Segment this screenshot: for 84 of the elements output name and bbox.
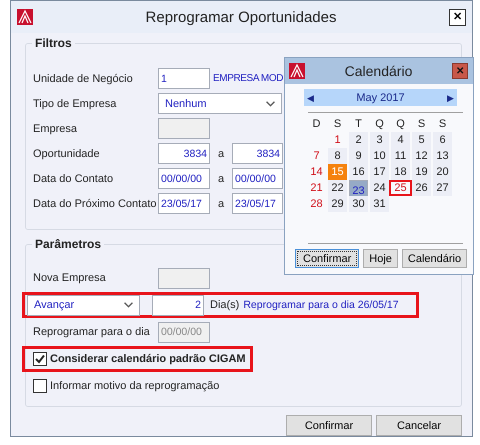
next-month-button[interactable]: ▶ bbox=[444, 92, 457, 102]
result-text: Reprogramar para o dia 26/05/17 bbox=[243, 299, 399, 311]
lookup-description: EMPRESA MOD bbox=[213, 73, 284, 84]
weekday-header: Q bbox=[395, 117, 406, 132]
close-button[interactable]: ✕ bbox=[452, 63, 468, 79]
calendar-day[interactable]: 16 bbox=[349, 164, 368, 180]
input-field[interactable]: 2 bbox=[152, 294, 204, 316]
field-label: Unidade de Negócio bbox=[33, 72, 134, 84]
calendar-day[interactable]: 7 bbox=[307, 148, 326, 164]
weekday-header: Q bbox=[374, 117, 385, 132]
calendar-day[interactable]: 4 bbox=[391, 132, 410, 148]
field-label: Empresa bbox=[33, 122, 78, 134]
calendar-button[interactable]: Calendário bbox=[402, 249, 468, 268]
calendar-day[interactable]: 5 bbox=[412, 132, 431, 148]
weekday-header: T bbox=[354, 117, 363, 132]
checkbox-box[interactable] bbox=[33, 352, 47, 366]
weekday-header: D bbox=[312, 117, 322, 132]
range-separator: a bbox=[216, 172, 226, 184]
unit-label: Dia(s) bbox=[210, 299, 240, 311]
field-label: Reprogramar para o dia bbox=[33, 326, 151, 338]
dropdown[interactable]: Nenhum bbox=[158, 93, 282, 114]
range-separator: a bbox=[216, 198, 226, 210]
field-label: Nova Empresa bbox=[33, 272, 107, 284]
dialog-button[interactable]: Cancelar bbox=[376, 415, 462, 436]
input-field[interactable]: 00/00/00 bbox=[232, 168, 283, 189]
calendar-day[interactable]: 29 bbox=[328, 196, 347, 212]
weekday-header: S bbox=[438, 117, 448, 132]
window-title: Reprogramar Oportunidades bbox=[144, 8, 338, 26]
input-field[interactable] bbox=[158, 118, 210, 139]
calendar-day[interactable]: 25 bbox=[389, 180, 412, 196]
close-button[interactable]: ✕ bbox=[449, 8, 466, 26]
input-field[interactable]: 23/05/17 bbox=[232, 193, 283, 214]
group-title: Parâmetros bbox=[32, 237, 104, 251]
field-label: Oportunidade bbox=[33, 148, 101, 160]
calendar-day[interactable]: 1 bbox=[328, 132, 347, 148]
checkbox[interactable]: Informar motivo da reprogramação bbox=[33, 379, 220, 393]
calendar-day[interactable]: 11 bbox=[391, 148, 410, 164]
field-label: Tipo de Empresa bbox=[33, 98, 118, 110]
calendar-day[interactable]: 14 bbox=[307, 164, 326, 180]
calendar-day[interactable]: 18 bbox=[391, 164, 410, 180]
input-field[interactable]: 3834 bbox=[232, 143, 283, 164]
calendar-day[interactable]: 20 bbox=[433, 164, 452, 180]
field-label: Data do Contato bbox=[33, 172, 114, 184]
input-field[interactable]: 3834 bbox=[158, 143, 210, 164]
checkmark-icon bbox=[34, 353, 46, 365]
calendar-day[interactable]: 28 bbox=[307, 196, 326, 212]
calendar-day[interactable]: 13 bbox=[433, 148, 452, 164]
field-label: Data do Próximo Contato bbox=[33, 198, 158, 210]
window-title: Calendário bbox=[344, 63, 414, 79]
range-separator: a bbox=[216, 148, 226, 160]
month-title: May 2017 bbox=[356, 92, 405, 104]
calendar-day[interactable]: 31 bbox=[370, 196, 389, 212]
calendar-day[interactable]: 26 bbox=[412, 180, 431, 196]
calendar-day[interactable]: 27 bbox=[433, 180, 452, 196]
calendar-day[interactable]: 9 bbox=[349, 148, 368, 164]
calendar-button[interactable]: Confirmar bbox=[295, 249, 360, 268]
weekday-header: S bbox=[416, 117, 426, 132]
previous-month-button[interactable]: ◀ bbox=[304, 92, 317, 102]
calendar-day[interactable]: 3 bbox=[370, 132, 389, 148]
weekday-header: S bbox=[332, 117, 342, 132]
calendar-day[interactable]: 8 bbox=[328, 148, 347, 164]
calendar-day[interactable]: 21 bbox=[307, 180, 326, 196]
checkbox-box[interactable] bbox=[33, 379, 47, 393]
input-field[interactable]: 1 bbox=[158, 68, 210, 89]
calendar-day[interactable]: 24 bbox=[370, 180, 389, 196]
group-title: Filtros bbox=[32, 36, 75, 50]
app-logo-icon bbox=[17, 9, 33, 25]
calendar-day[interactable]: 2 bbox=[349, 132, 368, 148]
chevron-down-icon bbox=[124, 302, 133, 308]
calendar-day[interactable]: 6 bbox=[433, 132, 452, 148]
calendar-day[interactable]: 22 bbox=[328, 180, 347, 196]
input-field[interactable]: 00/00/00 bbox=[158, 168, 210, 189]
app-logo-icon bbox=[289, 63, 305, 79]
dropdown[interactable]: Avançar bbox=[27, 294, 140, 316]
input-field[interactable]: 23/05/17 bbox=[158, 193, 210, 214]
calendar-day[interactable]: 10 bbox=[370, 148, 389, 164]
dialog-button[interactable]: Confirmar bbox=[286, 415, 372, 436]
chevron-down-icon bbox=[266, 100, 275, 106]
checkbox[interactable]: Considerar calendário padrão CIGAM bbox=[33, 352, 246, 366]
calendar-day[interactable]: 19 bbox=[412, 164, 431, 180]
calendar-day[interactable]: 17 bbox=[370, 164, 389, 180]
calendar-day[interactable]: 30 bbox=[349, 196, 368, 212]
calendar-button[interactable]: Hoje bbox=[363, 249, 398, 268]
calendar-day[interactable]: 12 bbox=[412, 148, 431, 164]
